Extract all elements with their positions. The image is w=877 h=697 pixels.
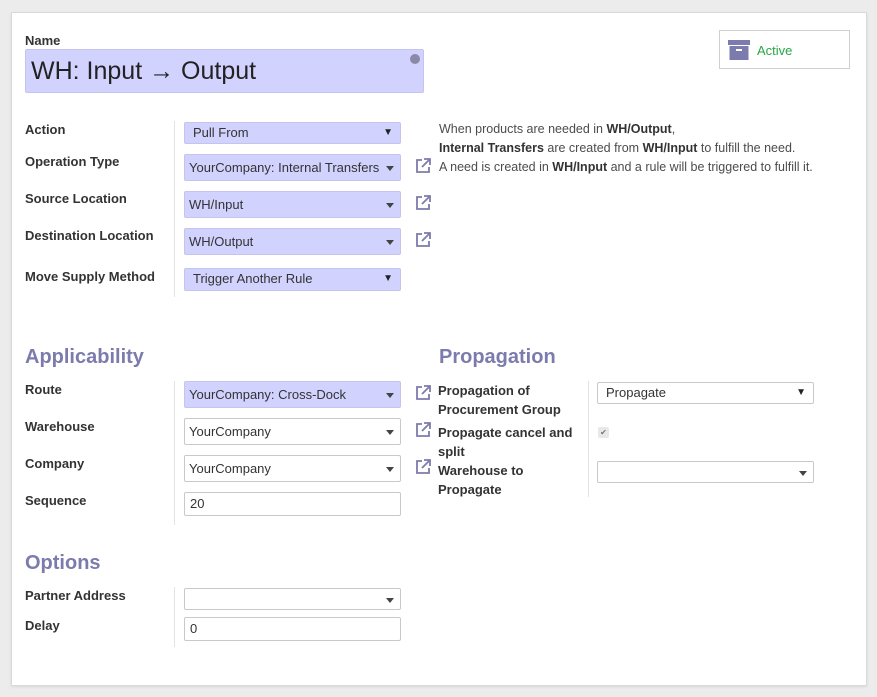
- partner-address-label: Partner Address: [25, 588, 126, 603]
- chevron-down-icon: [386, 203, 394, 208]
- chevron-down-icon: [386, 467, 394, 472]
- group-divider: [174, 587, 175, 647]
- propagation-title: Propagation: [439, 346, 556, 368]
- archive-icon: [728, 40, 750, 60]
- delay-label: Delay: [25, 618, 60, 633]
- destination-location-select[interactable]: WH/Output: [184, 228, 401, 255]
- propagation-group-value: Propagate: [606, 385, 666, 400]
- destination-location-label: Destination Location: [25, 228, 154, 243]
- chevron-down-icon: [386, 240, 394, 245]
- propagate-cancel-checkbox[interactable]: ✔: [598, 427, 609, 438]
- move-supply-method-select[interactable]: Trigger Another Rule ▼: [184, 268, 401, 291]
- group-divider: [174, 381, 175, 525]
- warehouse-label: Warehouse: [25, 419, 95, 434]
- triangle-down-icon: ▼: [383, 127, 393, 138]
- action-select[interactable]: Pull From ▼: [184, 122, 401, 144]
- chevron-down-icon: [386, 430, 394, 435]
- sequence-label: Sequence: [25, 493, 87, 508]
- group-divider: [174, 121, 175, 297]
- external-link-icon[interactable]: [414, 384, 432, 402]
- partner-address-select[interactable]: [184, 588, 401, 610]
- form-sheet: Name WH: Input → Output Active Action Op…: [11, 12, 867, 686]
- route-value: YourCompany: Cross-Dock: [189, 387, 347, 402]
- external-link-icon[interactable]: [414, 194, 432, 212]
- group-divider: [588, 381, 589, 497]
- route-label: Route: [25, 382, 62, 397]
- rule-help-text: When products are needed in WH/Output, I…: [439, 122, 813, 174]
- company-select[interactable]: YourCompany: [184, 455, 401, 482]
- warehouse-value: YourCompany: [189, 424, 271, 439]
- triangle-down-icon: ▼: [796, 387, 806, 398]
- external-link-icon[interactable]: [414, 458, 432, 476]
- name-input[interactable]: WH: Input → Output: [25, 49, 424, 93]
- chevron-down-icon: [386, 598, 394, 603]
- operation-type-label: Operation Type: [25, 154, 120, 169]
- company-value: YourCompany: [189, 461, 271, 476]
- active-button[interactable]: Active: [719, 30, 850, 69]
- route-select[interactable]: YourCompany: Cross-Dock: [184, 381, 401, 408]
- chevron-down-icon: [386, 166, 394, 171]
- action-value: Pull From: [193, 125, 249, 140]
- chevron-down-icon: [386, 393, 394, 398]
- propagation-group-select[interactable]: Propagate ▼: [597, 382, 814, 404]
- propagate-warehouse-select[interactable]: [597, 461, 814, 483]
- triangle-down-icon: ▼: [383, 273, 393, 284]
- move-supply-method-label: Move Supply Method: [25, 269, 155, 284]
- name-value: WH: Input → Output: [31, 57, 257, 85]
- action-label: Action: [25, 122, 66, 137]
- company-label: Company: [25, 456, 85, 471]
- external-link-icon[interactable]: [414, 421, 432, 439]
- warehouse-select[interactable]: YourCompany: [184, 418, 401, 445]
- name-label: Name: [25, 33, 61, 48]
- chevron-down-icon: [799, 471, 807, 476]
- operation-type-select[interactable]: YourCompany: Internal Transfers: [184, 154, 401, 181]
- propagate-warehouse-label: Warehouse to Propagate: [438, 463, 524, 497]
- sequence-input[interactable]: 20: [184, 492, 401, 516]
- external-link-icon[interactable]: [414, 157, 432, 175]
- destination-location-value: WH/Output: [189, 234, 254, 249]
- applicability-title: Applicability: [25, 346, 144, 368]
- options-title: Options: [25, 552, 101, 574]
- move-supply-method-value: Trigger Another Rule: [193, 271, 313, 286]
- propagate-cancel-label: Propagate cancel and split: [438, 425, 573, 459]
- delay-input[interactable]: 0: [184, 617, 401, 641]
- propagation-group-label: Propagation of Procurement Group: [438, 383, 561, 417]
- source-location-label: Source Location: [25, 191, 127, 206]
- external-link-icon[interactable]: [414, 231, 432, 249]
- operation-type-value: YourCompany: Internal Transfers: [189, 160, 380, 175]
- source-location-select[interactable]: WH/Input: [184, 191, 401, 218]
- source-location-value: WH/Input: [189, 197, 244, 212]
- globe-icon[interactable]: [410, 54, 420, 64]
- active-label: Active: [757, 43, 793, 58]
